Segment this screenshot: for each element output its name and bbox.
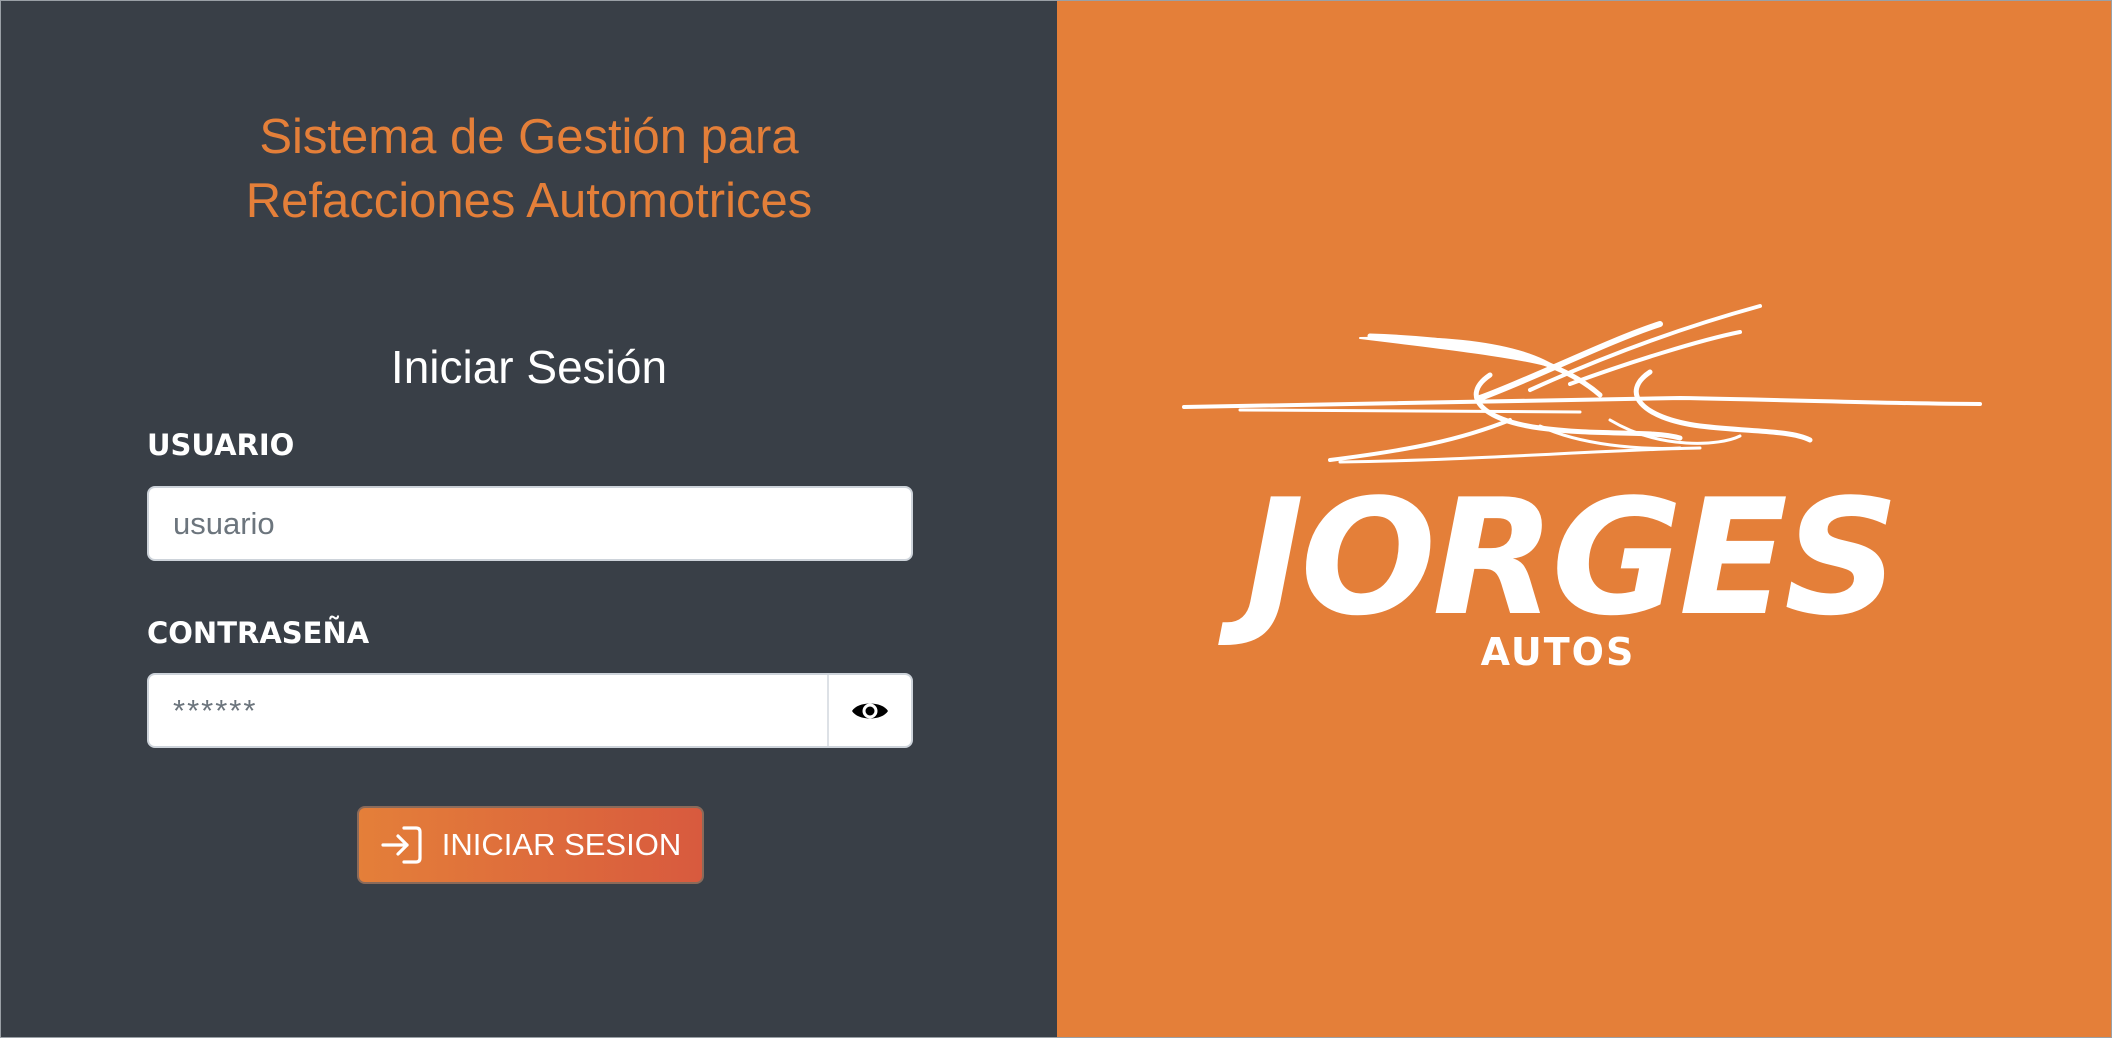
sign-in-icon [381, 826, 422, 864]
brand-name: JORGES [1244, 464, 1900, 651]
password-field-group: ****** [147, 673, 913, 748]
username-label: USUARIO [147, 428, 295, 462]
login-heading: Iniciar Sesión [390, 341, 668, 393]
password-input[interactable]: ****** [149, 675, 829, 746]
brand-subtitle: AUTOS [1480, 630, 1636, 674]
app-title-line-2: Refacciones Automotrices [245, 174, 813, 228]
app-title-line-1: Sistema de Gestión para [259, 110, 799, 164]
eye-icon [852, 703, 888, 718]
show-password-toggle[interactable] [829, 675, 911, 746]
login-button[interactable]: INICIAR SESION [357, 806, 704, 884]
password-label: CONTRASEÑA [147, 616, 370, 650]
logo-swoosh-graphic [1182, 304, 1982, 464]
username-input[interactable]: usuario [147, 486, 913, 561]
login-panel: Sistema de Gestión para Refacciones Auto… [1, 1, 1057, 1037]
login-button-label: INICIAR SESION [441, 827, 682, 862]
app-title: Sistema de Gestión para Refacciones Auto… [1, 105, 1057, 233]
